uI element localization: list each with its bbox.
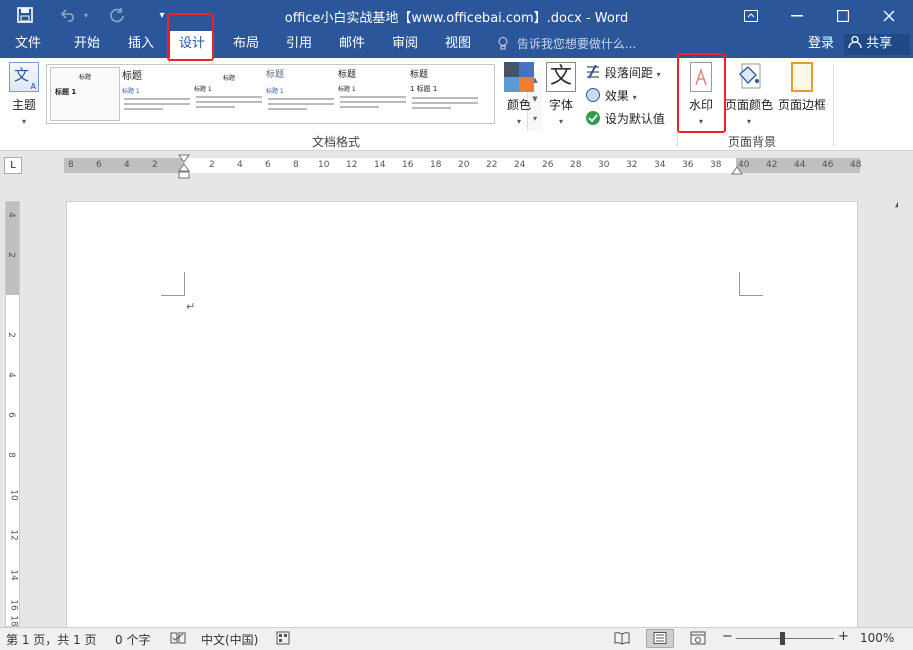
effects-icon <box>585 88 605 103</box>
style-set-item[interactable]: 标题 1 标题 1 <box>410 67 480 121</box>
style-set-item[interactable]: 标题 标题 1 <box>194 67 264 121</box>
zoom-slider-thumb[interactable] <box>780 632 785 645</box>
page-border-icon <box>791 62 813 92</box>
paragraph-spacing-button[interactable]: 段落间距 ▾ <box>585 64 661 81</box>
paragraph-mark: ↵ <box>186 300 196 313</box>
document-formatting-gallery[interactable]: 标题 标题 1 标题 标题 1 标题 标题 1 标题 标题 1 标题 标题 1 … <box>46 64 542 131</box>
share-button[interactable]: 共享 <box>844 34 910 55</box>
paint-bucket-icon <box>734 62 764 92</box>
fonts-icon: 文 <box>546 62 576 92</box>
tell-me-placeholder: 告诉我您想要做什么... <box>516 37 637 51</box>
save-icon[interactable] <box>14 4 36 26</box>
ribbon-display-options-icon[interactable] <box>728 0 774 31</box>
group-separator <box>833 64 834 146</box>
macro-recording-icon[interactable] <box>276 631 290 648</box>
highlight-watermark-button <box>677 53 726 133</box>
tab-file[interactable]: 文件 <box>4 31 52 58</box>
palette-icon <box>504 62 534 92</box>
share-label: 共享 <box>866 36 893 51</box>
tab-view[interactable]: 视图 <box>433 31 483 58</box>
right-indent-marker[interactable] <box>731 164 743 178</box>
effects-label: 效果 <box>604 89 629 103</box>
highlight-design-tab <box>167 13 214 61</box>
fonts-label: 字体 <box>548 98 573 112</box>
word-count[interactable]: 0 个字 <box>115 631 150 648</box>
themes-icon: 文 A <box>9 62 39 92</box>
ribbon-tabs: 文件 开始 插入 设计 布局 引用 邮件 审阅 视图 告诉我您想要做什么... … <box>0 31 913 58</box>
style-set-item[interactable]: 标题 标题 1 <box>338 67 408 121</box>
paragraph-spacing-icon <box>585 64 605 80</box>
page-color-button[interactable]: 页面颜色 ▾ <box>724 62 774 127</box>
ribbon-design: 文 A 主题 ▾ 标题 标题 1 标题 标题 1 标题 标题 1 标题 标题 1… <box>0 58 913 209</box>
chevron-down-icon: ▾ <box>21 117 26 126</box>
chevron-down-icon: ▾ <box>746 117 751 126</box>
themes-button[interactable]: 文 A 主题 ▾ <box>6 62 42 127</box>
tab-layout[interactable]: 布局 <box>221 31 271 58</box>
crop-mark-top-right <box>739 272 763 296</box>
zoom-in-button[interactable]: + <box>838 629 849 644</box>
undo-dropdown-icon[interactable]: ▾ <box>80 4 92 26</box>
read-mode-icon[interactable] <box>614 631 630 648</box>
chevron-down-icon: ▾ <box>632 93 637 102</box>
fonts-button[interactable]: 文 字体 ▾ <box>542 62 580 127</box>
tab-review[interactable]: 审阅 <box>380 31 430 58</box>
horizontal-ruler[interactable]: 8 6 4 2 2 4 6 8 10 12 14 16 18 20 22 24 … <box>64 154 861 179</box>
status-bar: 第 1 页，共 1 页 0 个字 中文(中国) − + 100% <box>0 627 913 650</box>
zoom-level[interactable]: 100% <box>860 631 894 645</box>
lightbulb-icon <box>498 37 512 51</box>
proofing-icon[interactable] <box>170 631 186 648</box>
crop-mark-top-left <box>161 272 185 296</box>
document-page[interactable] <box>66 201 858 629</box>
maximize-icon[interactable] <box>820 0 866 31</box>
title-bar: ▾ ▾ office小白实战基地【www.officebai.com】.docx… <box>0 0 913 31</box>
chevron-down-icon: ▾ <box>656 70 661 79</box>
tab-references[interactable]: 引用 <box>274 31 324 58</box>
page-borders-label: 页面边框 <box>777 98 826 112</box>
colors-label: 颜色 <box>506 98 531 112</box>
set-as-default-button[interactable]: 设为默认值 <box>585 110 665 127</box>
effects-button[interactable]: 效果 ▾ <box>585 87 637 104</box>
style-set-item[interactable]: 标题 标题 1 <box>50 67 120 121</box>
zoom-slider[interactable] <box>736 638 834 639</box>
redo-icon[interactable] <box>106 4 128 26</box>
person-icon <box>848 35 866 51</box>
tab-mailings[interactable]: 邮件 <box>327 31 377 58</box>
ruler-row: L 8 6 4 2 2 4 6 8 10 12 14 16 18 20 22 2… <box>0 152 913 179</box>
tab-selector[interactable]: L <box>4 157 22 174</box>
tab-insert[interactable]: 插入 <box>116 31 166 58</box>
tab-home[interactable]: 开始 <box>62 31 112 58</box>
set-as-default-label: 设为默认值 <box>604 112 665 126</box>
minimize-icon[interactable] <box>774 0 820 31</box>
page-borders-button[interactable]: 页面边框 <box>776 62 828 113</box>
style-set-item[interactable]: 标题 标题 1 <box>266 67 336 121</box>
chevron-down-icon: ▾ <box>558 117 563 126</box>
paragraph-spacing-label: 段落间距 <box>604 66 653 80</box>
web-layout-icon[interactable] <box>690 631 706 648</box>
page-count[interactable]: 第 1 页，共 1 页 <box>6 631 97 648</box>
page-color-label: 页面颜色 <box>724 98 773 112</box>
colors-button[interactable]: 颜色 ▾ <box>500 62 538 127</box>
vertical-scrollbar[interactable] <box>898 178 912 627</box>
tell-me-search[interactable]: 告诉我您想要做什么... <box>498 31 636 58</box>
sign-in-link[interactable]: 登录 <box>808 31 834 57</box>
close-icon[interactable] <box>866 0 912 31</box>
print-layout-icon[interactable] <box>646 629 674 648</box>
document-formatting-group-label: 文档格式 <box>312 135 361 149</box>
first-line-indent-marker[interactable] <box>178 154 190 183</box>
zoom-out-button[interactable]: − <box>722 629 733 644</box>
language[interactable]: 中文(中国) <box>201 631 258 648</box>
style-set-item[interactable]: 标题 标题 1 <box>122 67 192 121</box>
undo-icon[interactable] <box>58 4 80 26</box>
themes-label: 主题 <box>11 98 36 112</box>
vertical-ruler[interactable]: 4 2 2 4 6 8 10 12 14 16 18 <box>5 201 20 627</box>
checkmark-icon <box>585 111 605 126</box>
chevron-down-icon: ▾ <box>516 117 521 126</box>
page-background-group-label: 页面背景 <box>728 135 777 149</box>
